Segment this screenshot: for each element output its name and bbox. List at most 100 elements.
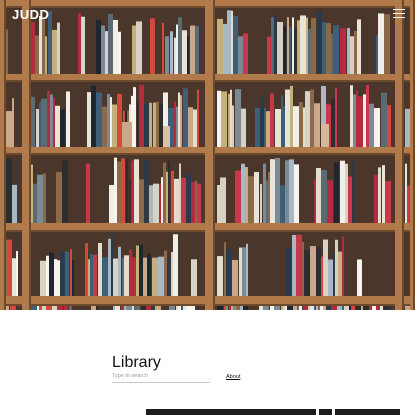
about-link[interactable]: About	[226, 374, 240, 380]
book-spine	[270, 93, 274, 147]
book-spine	[144, 160, 148, 223]
book-spine	[153, 183, 159, 223]
sculpture	[122, 122, 132, 147]
book-spine	[283, 106, 285, 147]
book-spine	[31, 96, 35, 147]
site-logo[interactable]: JUDD	[12, 7, 49, 22]
book-spine	[331, 98, 335, 147]
book-spine	[321, 170, 327, 223]
book-spine	[296, 234, 302, 296]
book-spine	[304, 249, 310, 296]
book-spine	[271, 17, 274, 74]
book-spine	[232, 105, 234, 147]
menu-line	[393, 9, 405, 10]
menu-line	[393, 17, 405, 18]
book-spine	[331, 306, 337, 310]
book-spine	[16, 251, 18, 296]
book-spine	[186, 306, 192, 310]
book-spine	[260, 184, 262, 223]
book-spine	[136, 245, 139, 296]
book-spine	[289, 26, 291, 75]
book-spine	[374, 175, 378, 223]
book-spine	[173, 234, 178, 296]
book-spine	[300, 15, 306, 74]
book-spine	[311, 18, 316, 74]
book-spine	[183, 88, 188, 147]
book-spine	[220, 177, 226, 223]
book-spine	[134, 159, 139, 223]
book-spine	[169, 306, 175, 310]
book-spine	[333, 25, 339, 74]
book-spine	[69, 306, 72, 310]
search-input[interactable]	[112, 371, 210, 383]
book-spine	[137, 102, 139, 147]
book-spine	[168, 161, 170, 223]
book-spine	[85, 243, 88, 296]
book-spine	[10, 306, 16, 310]
book-spine	[188, 107, 193, 147]
book-spine	[405, 163, 407, 223]
book-spine	[266, 111, 270, 147]
book-spine	[297, 20, 300, 74]
book-spine	[285, 89, 290, 147]
book-spine	[122, 257, 124, 296]
hamburger-menu-icon[interactable]	[393, 9, 405, 19]
book-spine	[275, 157, 280, 223]
book-spine	[356, 90, 358, 147]
book-spine	[113, 19, 118, 75]
book-spine	[241, 163, 245, 223]
book-spine	[310, 89, 314, 147]
book-spine	[297, 306, 299, 310]
book-spine	[229, 306, 231, 310]
book-spine	[374, 108, 380, 147]
book-spine	[78, 13, 81, 74]
book-spine	[108, 13, 113, 74]
book-spine	[349, 306, 351, 310]
book-spine	[197, 183, 201, 223]
book-spine	[66, 91, 70, 147]
book-spine	[50, 94, 53, 147]
book-spine	[176, 306, 178, 310]
book-spine	[178, 17, 182, 74]
book-spine	[352, 160, 354, 223]
book-spine	[131, 160, 134, 223]
book-spine	[179, 163, 181, 223]
book-spine	[121, 306, 124, 310]
book-spine	[224, 306, 226, 310]
book-spine	[333, 252, 335, 296]
book-spine	[231, 306, 233, 310]
book-spine	[149, 102, 152, 147]
hero-bookshelf-photo: JUDD	[0, 0, 415, 310]
book-spine	[31, 306, 37, 310]
book-spine	[287, 17, 289, 74]
book-spine	[275, 108, 281, 147]
book-spine	[323, 306, 326, 310]
book-spine	[190, 25, 195, 74]
book-spine	[350, 36, 354, 74]
upright-edge	[213, 0, 215, 310]
book-spine	[41, 98, 47, 147]
book-spine	[39, 16, 42, 74]
book-spine	[353, 94, 356, 147]
book-spine	[354, 30, 357, 74]
book-spine	[230, 89, 232, 147]
book-spine	[314, 103, 320, 147]
book-spine	[197, 89, 199, 147]
preview-divider	[316, 409, 319, 415]
book-spine	[37, 306, 39, 310]
sculpture	[163, 126, 170, 147]
book-spine	[235, 170, 241, 223]
book-spine	[283, 306, 285, 310]
book-spine	[266, 180, 268, 223]
book-spine	[33, 183, 37, 223]
book-spine	[387, 105, 391, 147]
book-spine	[327, 180, 333, 223]
book-spine	[64, 306, 68, 310]
book-spine	[287, 306, 293, 310]
book-spine	[264, 108, 266, 147]
book-spine	[233, 306, 236, 310]
book-spine	[268, 171, 270, 223]
book-spine	[306, 17, 308, 74]
book-spine	[124, 306, 126, 310]
book-spine	[164, 250, 167, 296]
